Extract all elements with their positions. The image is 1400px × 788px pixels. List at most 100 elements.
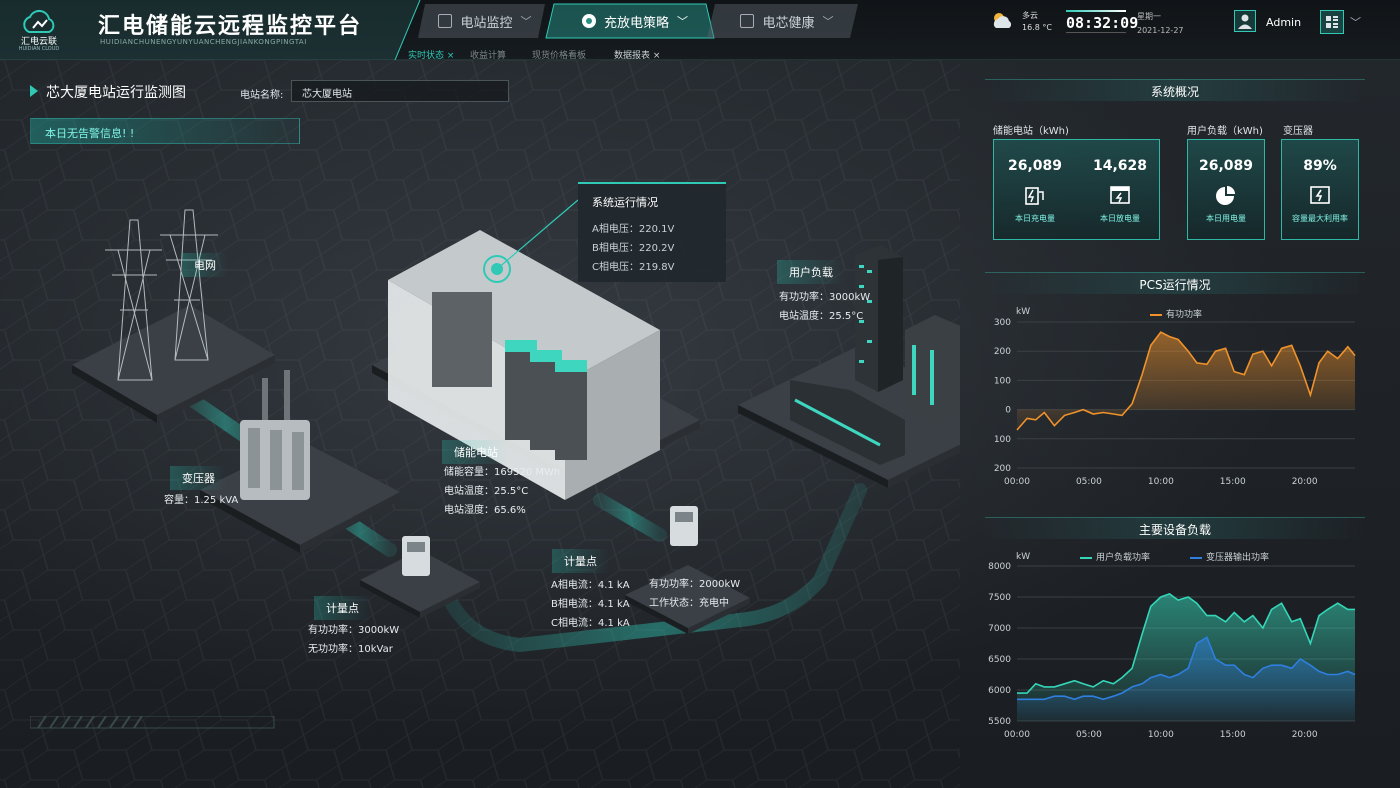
- meter1-reactive-power: 无功功率：10kVar: [308, 644, 393, 655]
- transformer-card[interactable]: 89% 容量最大利用率: [1281, 139, 1359, 240]
- nav-tab-label: 电芯健康: [762, 15, 815, 31]
- app-title: 汇电储能云远程监控平台: [98, 14, 363, 39]
- y-tick-label: 6500: [988, 655, 1011, 665]
- popup-c-voltage: C相电压：219.8V: [592, 262, 675, 273]
- transformer-label: 变压器: [170, 466, 227, 490]
- clock-time: 08:32:09: [1066, 14, 1139, 32]
- monitor-icon: [438, 14, 453, 28]
- capacity-label: 容量最大利用率: [1292, 214, 1348, 223]
- chevron-down-icon: ﹀: [822, 15, 834, 28]
- station-diagram: [72, 199, 960, 653]
- cloud-logo-icon: [23, 9, 55, 33]
- nav-tab-station-monitor[interactable]: 电站监控 ﹀: [425, 4, 545, 38]
- capacity-value: 89%: [1303, 158, 1337, 174]
- storage-temp: 电站温度：25.5°C: [444, 486, 529, 497]
- x-tick-label: 10:00: [1148, 730, 1174, 740]
- menu-grid-icon[interactable]: [1320, 10, 1344, 34]
- y-tick-label: 300: [994, 318, 1011, 328]
- temperature: 16.8 °C: [1022, 23, 1052, 32]
- storage-label: 储能电站: [442, 440, 510, 464]
- legend-swatch-user: [1080, 556, 1092, 559]
- date: 2021-12-27: [1137, 26, 1184, 35]
- strategy-icon: [581, 14, 596, 28]
- y-tick-label: 8000: [988, 562, 1011, 572]
- storage-card[interactable]: 26,089 本日充电量 14,628 本日放电量: [993, 139, 1160, 240]
- storage-humidity: 电站湿度：65.6%: [444, 505, 526, 516]
- overview-group-transformer: 变压器: [1283, 126, 1313, 137]
- cloudy-weather-icon: [993, 13, 1012, 28]
- load-info: 有功功率：3000kW 电站温度：25.5°C: [779, 288, 870, 326]
- pie-chart-icon: [1215, 184, 1237, 206]
- y-tick-label: 7500: [988, 593, 1011, 603]
- meter1-info: 有功功率：3000kW 无功功率：10kVar: [308, 621, 399, 659]
- charge-value: 26,089: [1007, 158, 1063, 174]
- discharge-value: 14,628: [1092, 158, 1148, 174]
- meter2-label: 计量点: [552, 549, 609, 573]
- nav-tab-label: 电站监控: [460, 15, 513, 31]
- grid-label: 电网: [182, 253, 228, 277]
- pcs-chart-title: PCS运行情况: [985, 272, 1365, 294]
- overview-title: 系统概况: [985, 79, 1365, 101]
- load-platform: [738, 245, 960, 488]
- transformer-capacity: 容量：1.25 kVA: [164, 495, 239, 506]
- grid-platform: [72, 305, 275, 423]
- y-tick-label: 200: [994, 464, 1011, 474]
- legend-swatch-transformer: [1190, 556, 1202, 559]
- popup-b-voltage: B相电压：220.2V: [592, 243, 675, 254]
- nav-tab-cell-health[interactable]: 电芯健康 ﹀: [718, 4, 856, 38]
- logo-subtext: HUIDIAN CLOUD: [18, 46, 60, 52]
- x-tick-label: 05:00: [1076, 477, 1102, 487]
- x-tick-label: 00:00: [1004, 730, 1030, 740]
- bottom-decoration: [30, 716, 275, 729]
- load-label: 用户负载: [777, 260, 845, 284]
- y-tick-label: 7000: [988, 624, 1011, 634]
- discharge-icon: [1109, 184, 1131, 206]
- x-tick-label: 05:00: [1076, 730, 1102, 740]
- load-card[interactable]: 26,089 本日用电量: [1187, 139, 1265, 240]
- y-tick-label: 6000: [988, 686, 1011, 696]
- user-avatar-icon[interactable]: [1234, 10, 1256, 32]
- charge-icon: [1024, 184, 1046, 206]
- x-tick-label: 20:00: [1292, 730, 1318, 740]
- usage-label: 本日用电量: [1206, 214, 1246, 223]
- meter2-c-current: C相电流：4.1 kA: [551, 618, 630, 629]
- popup-a-voltage: A相电压：220.1V: [592, 224, 675, 235]
- y-tick-label: 5500: [988, 717, 1011, 727]
- y-tick-label: 0: [1005, 406, 1011, 416]
- x-tick-label: 20:00: [1292, 477, 1318, 487]
- pcs-chart: 300 200 100 0 100 200 00:00 05:00 10:00 15:00 20:0…: [994, 318, 1356, 487]
- storage-capacity: 储能容量：169520 MWh: [444, 467, 561, 478]
- chevron-down-icon[interactable]: ﹀: [1350, 14, 1361, 30]
- meter2-b-current: B相电流：4.1 kA: [551, 599, 630, 610]
- discharge-label: 本日放电量: [1100, 214, 1140, 223]
- load-chart: 8000 7500 7000 6500 6000 5500 00:00 05:00 10:00 1…: [988, 562, 1356, 740]
- x-tick-label: 15:00: [1220, 477, 1246, 487]
- meter2-a-current: A相电流：4.1 kA: [551, 580, 630, 591]
- app-title-pinyin: HUIDIANCHUNENGYUNYUANCHENGJIANKONGPINGTA…: [100, 38, 307, 46]
- top-header: 汇电云联 HUIDIAN CLOUD 汇电储能云远程监控平台 HUIDIANCH…: [0, 0, 1400, 61]
- meter2-info: A相电流：4.1 kA B相电流：4.1 kA C相电流：4.1 kA: [551, 576, 630, 633]
- overview-group-load: 用户负载（kWh): [1187, 126, 1263, 137]
- battery-health-icon: [740, 14, 755, 28]
- weather-text: 多云: [1022, 11, 1038, 20]
- overview-group-storage: 储能电站（kWh): [993, 126, 1069, 137]
- meter1-active-power: 有功功率：3000kW: [308, 625, 400, 636]
- nav-tab-charge-strategy[interactable]: 充放电策略 ﹀: [560, 4, 710, 38]
- date-block: 星期一 2021-12-27: [1137, 10, 1184, 38]
- chevron-down-icon: ﹀: [677, 15, 688, 28]
- x-tick-label: 00:00: [1004, 477, 1030, 487]
- y-tick-label: 100: [994, 376, 1011, 386]
- charge-label: 本日充电量: [1015, 214, 1055, 223]
- popup-title: 系统运行情况: [592, 196, 658, 209]
- system-status-popup: 系统运行情况 A相电压：220.1V B相电压：220.2V C相电压：219.…: [578, 182, 726, 282]
- y-tick-label: 200: [994, 347, 1011, 357]
- load-chart-title: 主要设备负载: [985, 517, 1365, 539]
- load-temp: 电站温度：25.5°C: [779, 311, 864, 322]
- y-tick-label: 100: [994, 435, 1011, 445]
- username[interactable]: Admin: [1266, 16, 1301, 29]
- x-tick-label: 10:00: [1148, 477, 1174, 487]
- usage-value: 26,089: [1198, 158, 1254, 174]
- nav-tab-label: 充放电策略: [603, 15, 669, 31]
- capacity-icon: [1309, 184, 1331, 206]
- pcs-active-power: 有功功率：2000kW: [649, 579, 741, 590]
